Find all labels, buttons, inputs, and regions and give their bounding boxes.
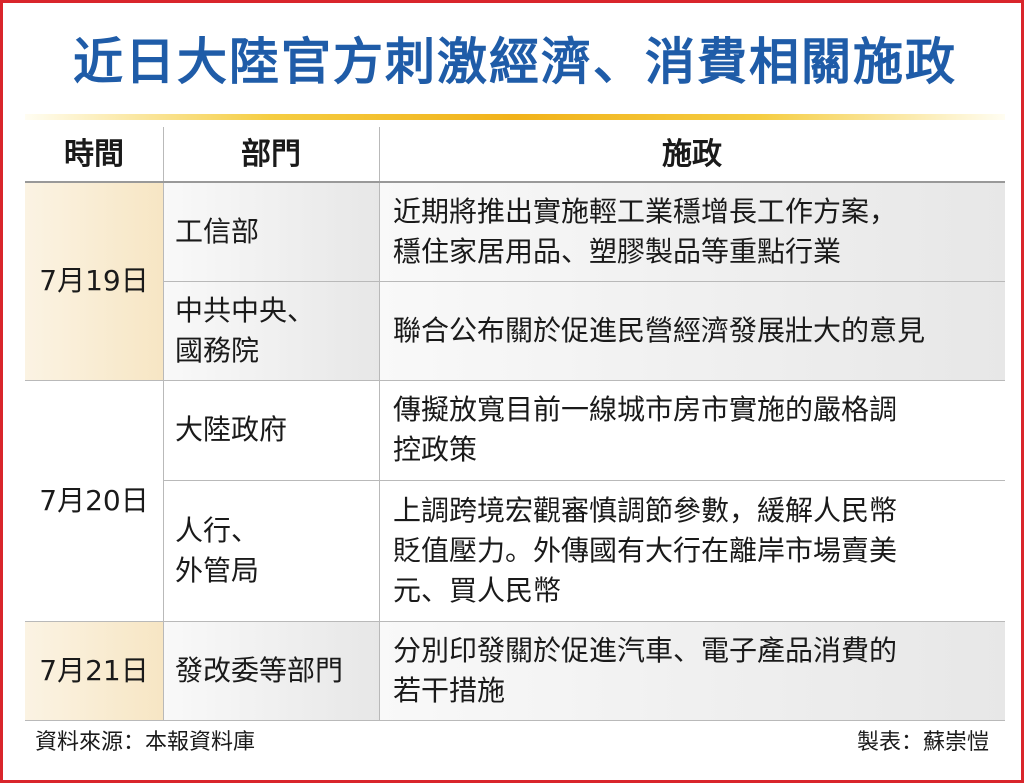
dept-line: 大陸政府: [175, 413, 288, 446]
header-dept: 部門: [163, 127, 379, 182]
policy-line: 傳擬放寬目前一線城市房市實施的嚴格調: [393, 393, 898, 426]
policy-cell: 分別印發關於促進汽車、電子產品消費的 若干措施: [379, 621, 1005, 721]
policy-cell: 上調跨境宏觀審慎調節參數，緩解人民幣 貶值壓力。外傳國有大行在離岸市場賣美 元、…: [379, 480, 1005, 621]
time-cell: 7月21日: [25, 621, 163, 721]
policy-line: 若干措施: [393, 674, 506, 707]
row-divider: [25, 380, 1005, 381]
page-title: 近日大陸官方刺激經濟、消費相關施政: [73, 33, 957, 91]
dept-line: 工信部: [175, 214, 260, 248]
policy-line: 元、買人民幣: [393, 573, 562, 607]
policy-table: 時間 部門 施政 7月19日 7月20日 7月21日 工信部 近期將推出實施輕工…: [25, 127, 1005, 721]
row-divider: [25, 720, 1005, 721]
header-divider: [25, 181, 1005, 183]
policy-line: 上調跨境宏觀審慎調節參數，緩解人民幣: [393, 493, 898, 527]
dept-cell: 中共中央、 國務院: [163, 281, 379, 380]
dept-cell: 發改委等部門: [163, 621, 379, 721]
dept-line: 人行、: [175, 513, 260, 547]
column-divider: [379, 127, 380, 721]
dept-line: 中共中央、: [175, 293, 316, 327]
time-cell: 7月20日: [25, 380, 163, 621]
dept-line: 發改委等部門: [175, 654, 344, 687]
policy-line: 貶值壓力。外傳國有大行在離岸市場賣美: [393, 533, 898, 567]
policy-cell: 傳擬放寬目前一線城市房市實施的嚴格調 控政策: [379, 380, 1005, 480]
policy-line: 穩住家居用品、塑膠製品等重點行業: [393, 234, 842, 268]
header-time: 時間: [25, 127, 163, 182]
policy-line: 近期將推出實施輕工業穩增長工作方案，: [393, 194, 898, 228]
date-label: 7月19日: [39, 264, 149, 297]
dept-cell: 工信部: [163, 182, 379, 281]
date-label: 7月20日: [39, 483, 149, 517]
column-divider: [163, 127, 164, 721]
policy-cell: 聯合公布關於促進民營經濟發展壯大的意見: [379, 281, 1005, 380]
policy-line: 控政策: [393, 433, 478, 466]
time-cell: 7月19日: [25, 182, 163, 380]
dept-line: 外管局: [175, 553, 260, 587]
date-label: 7月21日: [39, 654, 149, 687]
title-underline: [25, 114, 1005, 120]
policy-line: 聯合公布關於促進民營經濟發展壯大的意見: [393, 313, 926, 347]
dept-cell: 大陸政府: [163, 380, 379, 480]
row-divider: [163, 281, 1005, 282]
row-divider: [25, 621, 1005, 622]
row-divider: [163, 480, 1005, 481]
dept-cell: 人行、 外管局: [163, 480, 379, 621]
policy-cell: 近期將推出實施輕工業穩增長工作方案， 穩住家居用品、塑膠製品等重點行業: [379, 182, 1005, 281]
source-note: 資料來源：本報資料庫: [35, 730, 256, 755]
dept-line: 國務院: [175, 333, 260, 367]
author-note: 製表：蘇崇愷: [856, 730, 989, 755]
infographic-frame: 近日大陸官方刺激經濟、消費相關施政 時間 部門 施政 7月19日 7月20日 7…: [0, 0, 1024, 783]
header-policy: 施政: [379, 127, 1005, 182]
policy-line: 分別印發關於促進汽車、電子產品消費的: [393, 634, 898, 667]
